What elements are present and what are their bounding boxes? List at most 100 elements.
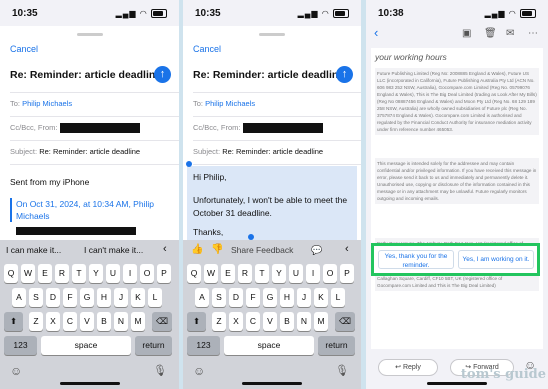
key-t[interactable]: T <box>255 264 269 283</box>
chevron-left-icon[interactable]: ‹ <box>345 243 349 255</box>
key-o[interactable]: O <box>140 264 154 283</box>
backspace-icon[interactable]: ⌫ <box>152 312 172 331</box>
key-p[interactable]: P <box>340 264 354 283</box>
key-v[interactable]: V <box>263 312 277 331</box>
key-b[interactable]: B <box>280 312 294 331</box>
numbers-key[interactable]: 123 <box>187 336 220 355</box>
suggestion-2[interactable]: I can't make it... <box>84 245 143 255</box>
to-recipient[interactable]: Philip Michaels <box>205 99 255 108</box>
mail-icon[interactable]: ✉ <box>506 28 514 39</box>
key-f[interactable]: F <box>63 288 77 307</box>
key-v[interactable]: V <box>80 312 94 331</box>
send-button[interactable]: ↑ <box>154 66 171 83</box>
microphone-icon[interactable]: 🎙 <box>153 364 167 377</box>
to-recipient[interactable]: Philip Michaels <box>22 99 72 108</box>
cancel-button[interactable]: Cancel <box>193 44 221 54</box>
key-r[interactable]: R <box>55 264 69 283</box>
key-r[interactable]: R <box>238 264 252 283</box>
subject-value[interactable]: Re: Reminder: article deadline <box>39 147 140 156</box>
suggestion-1[interactable]: I can make it... <box>6 245 61 255</box>
key-h[interactable]: H <box>280 288 294 307</box>
emoji-icon[interactable]: ☺ <box>193 364 205 378</box>
key-h[interactable]: H <box>97 288 111 307</box>
key-o[interactable]: O <box>323 264 337 283</box>
signoff-text[interactable]: Thanks, <box>193 226 353 239</box>
numbers-key[interactable]: 123 <box>4 336 37 355</box>
feedback-bubble-icon[interactable]: 💬 <box>311 245 322 256</box>
key-l[interactable]: L <box>331 288 345 307</box>
to-field[interactable]: To: Philip Michaels <box>10 99 179 108</box>
key-z[interactable]: Z <box>212 312 226 331</box>
archive-icon[interactable]: ▣ <box>462 28 471 39</box>
to-field[interactable]: To: Philip Michaels <box>193 99 361 108</box>
smart-reply-1[interactable]: Yes, thank you for the reminder. <box>378 250 454 269</box>
key-i[interactable]: I <box>306 264 320 283</box>
key-j[interactable]: J <box>114 288 128 307</box>
key-q[interactable]: Q <box>4 264 18 283</box>
key-b[interactable]: B <box>97 312 111 331</box>
more-icon[interactable]: ⋯ <box>528 28 538 39</box>
chevron-left-icon[interactable]: ‹ <box>163 243 167 255</box>
key-m[interactable]: M <box>131 312 145 331</box>
subject-field[interactable]: Subject: Re: Reminder: article deadline <box>193 147 361 156</box>
shift-icon[interactable]: ⬆ <box>4 312 23 331</box>
space-key[interactable]: space <box>41 336 131 355</box>
key-c[interactable]: C <box>246 312 260 331</box>
key-s[interactable]: S <box>212 288 226 307</box>
reply-button[interactable]: ↩ Reply <box>378 359 438 376</box>
sheet-grabber[interactable] <box>259 33 285 36</box>
microphone-icon[interactable]: 🎙 <box>335 364 349 377</box>
key-w[interactable]: W <box>204 264 218 283</box>
trash-icon[interactable]: 🗑 <box>484 28 497 39</box>
subject-field[interactable]: Subject: Re: Reminder: article deadline <box>10 147 179 156</box>
key-t[interactable]: T <box>72 264 86 283</box>
key-k[interactable]: K <box>314 288 328 307</box>
cancel-button[interactable]: Cancel <box>10 44 38 54</box>
thumbs-down-icon[interactable]: 👎 <box>211 244 223 255</box>
shift-icon[interactable]: ⬆ <box>187 312 206 331</box>
key-n[interactable]: N <box>114 312 128 331</box>
return-key[interactable]: return <box>318 336 355 355</box>
key-y[interactable]: Y <box>89 264 103 283</box>
message-body[interactable]: Sent from my iPhone <box>10 176 171 189</box>
key-c[interactable]: C <box>63 312 77 331</box>
key-g[interactable]: G <box>263 288 277 307</box>
thumbs-up-icon[interactable]: 👍 <box>191 244 203 255</box>
key-x[interactable]: X <box>46 312 60 331</box>
key-g[interactable]: G <box>80 288 94 307</box>
key-a[interactable]: A <box>12 288 26 307</box>
backspace-icon[interactable]: ⌫ <box>335 312 355 331</box>
send-button[interactable]: ↑ <box>336 66 353 83</box>
share-feedback-button[interactable]: Share Feedback <box>231 245 293 255</box>
key-z[interactable]: Z <box>29 312 43 331</box>
space-key[interactable]: space <box>224 336 314 355</box>
key-j[interactable]: J <box>297 288 311 307</box>
selection-start-handle[interactable] <box>186 161 192 167</box>
ccbcc-field[interactable]: Cc/Bcc, From: <box>10 123 179 134</box>
key-d[interactable]: D <box>46 288 60 307</box>
key-y[interactable]: Y <box>272 264 286 283</box>
key-s[interactable]: S <box>29 288 43 307</box>
key-e[interactable]: E <box>38 264 52 283</box>
key-f[interactable]: F <box>246 288 260 307</box>
ccbcc-field[interactable]: Cc/Bcc, From: <box>193 123 361 134</box>
key-d[interactable]: D <box>229 288 243 307</box>
back-chevron-icon[interactable]: ‹ <box>374 25 378 40</box>
key-l[interactable]: L <box>148 288 162 307</box>
key-k[interactable]: K <box>131 288 145 307</box>
greeting-text[interactable]: Hi Philip, <box>193 171 353 184</box>
key-i[interactable]: I <box>123 264 137 283</box>
emoji-icon[interactable]: ☺ <box>10 364 22 378</box>
key-u[interactable]: U <box>289 264 303 283</box>
key-e[interactable]: E <box>221 264 235 283</box>
key-p[interactable]: P <box>157 264 171 283</box>
sheet-grabber[interactable] <box>76 33 103 36</box>
return-key[interactable]: return <box>135 336 172 355</box>
key-q[interactable]: Q <box>187 264 201 283</box>
key-m[interactable]: M <box>314 312 328 331</box>
smart-reply-2[interactable]: Yes, I am working on it. <box>458 250 534 269</box>
key-a[interactable]: A <box>195 288 209 307</box>
subject-value[interactable]: Re: Reminder: article deadline <box>222 147 323 156</box>
key-n[interactable]: N <box>297 312 311 331</box>
key-u[interactable]: U <box>106 264 120 283</box>
